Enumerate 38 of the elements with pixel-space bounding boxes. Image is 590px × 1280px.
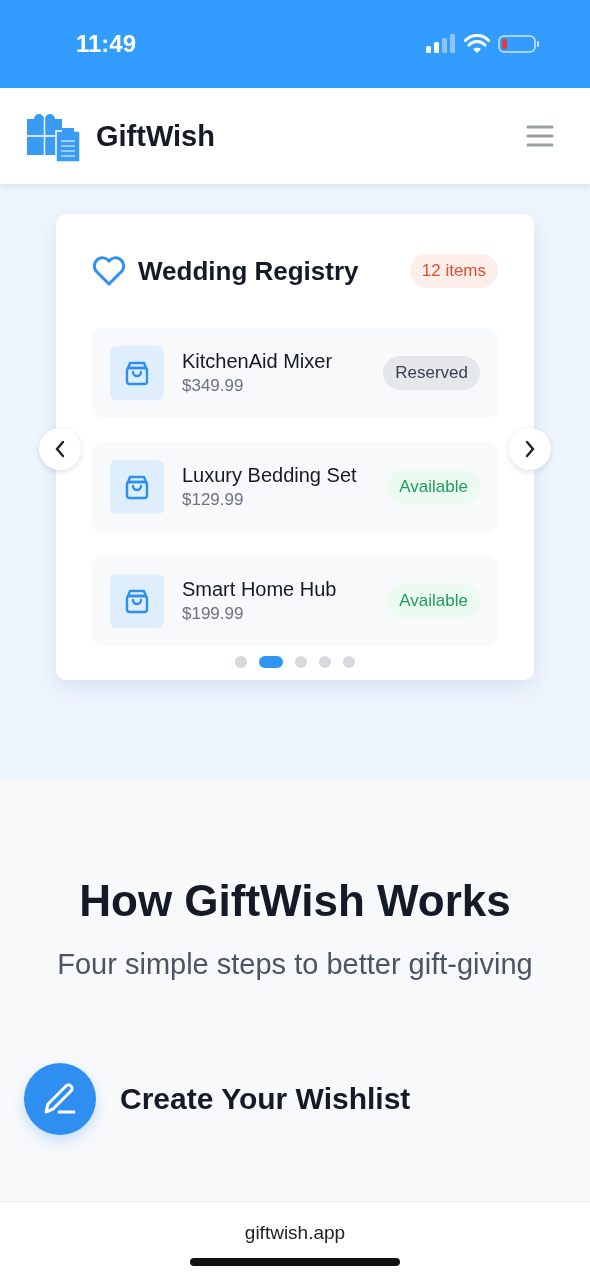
gift-price: $199.99 bbox=[182, 604, 245, 624]
registry-title: Wedding Registry bbox=[138, 255, 360, 287]
carousel-dot[interactable] bbox=[343, 656, 355, 668]
section-subtitle: Four simple steps to better gift-giving bbox=[56, 948, 534, 981]
pencil-icon bbox=[24, 1063, 96, 1135]
item-count: 12 items bbox=[409, 254, 498, 288]
gift-name: KitchenAid Mixer bbox=[182, 350, 334, 373]
carousel-dot[interactable] bbox=[235, 656, 247, 668]
gift-name: Luxury Bedding Set bbox=[182, 464, 358, 487]
url-text[interactable]: giftwish.app bbox=[244, 1222, 346, 1244]
gift-item[interactable]: Smart Home Hub $199.99 Available bbox=[92, 556, 498, 646]
carousel-dot[interactable] bbox=[295, 656, 307, 668]
gift-name: Smart Home Hub bbox=[182, 578, 338, 601]
next-button[interactable] bbox=[509, 428, 551, 470]
previous-button[interactable] bbox=[39, 428, 81, 470]
menu-button[interactable] bbox=[526, 125, 554, 147]
gift-price: $349.99 bbox=[182, 376, 245, 396]
gift-item[interactable]: KitchenAid Mixer $349.99 Reserved bbox=[92, 328, 498, 418]
chevron-right-icon bbox=[524, 439, 536, 459]
heart-icon bbox=[92, 256, 126, 286]
carousel-dot[interactable] bbox=[319, 656, 331, 668]
bag-icon bbox=[110, 460, 164, 514]
step-title: Create Your Wishlist bbox=[120, 1082, 411, 1116]
wifi-icon bbox=[464, 34, 490, 54]
gift-price: $129.99 bbox=[182, 490, 245, 510]
status-badge: Available bbox=[387, 584, 480, 618]
status-time: 11:49 bbox=[76, 30, 137, 58]
signal-icon bbox=[426, 34, 456, 54]
section-title: How GiftWish Works bbox=[78, 876, 512, 926]
status-badge: Available bbox=[387, 470, 480, 504]
bag-icon bbox=[110, 346, 164, 400]
battery-icon bbox=[498, 34, 540, 54]
brand-name: GiftWish bbox=[96, 119, 216, 153]
status-badge: Reserved bbox=[383, 356, 480, 390]
chevron-left-icon bbox=[54, 439, 66, 459]
menu-icon bbox=[526, 125, 554, 147]
gift-item[interactable]: Luxury Bedding Set $129.99 Available bbox=[92, 442, 498, 532]
bag-icon bbox=[110, 574, 164, 628]
